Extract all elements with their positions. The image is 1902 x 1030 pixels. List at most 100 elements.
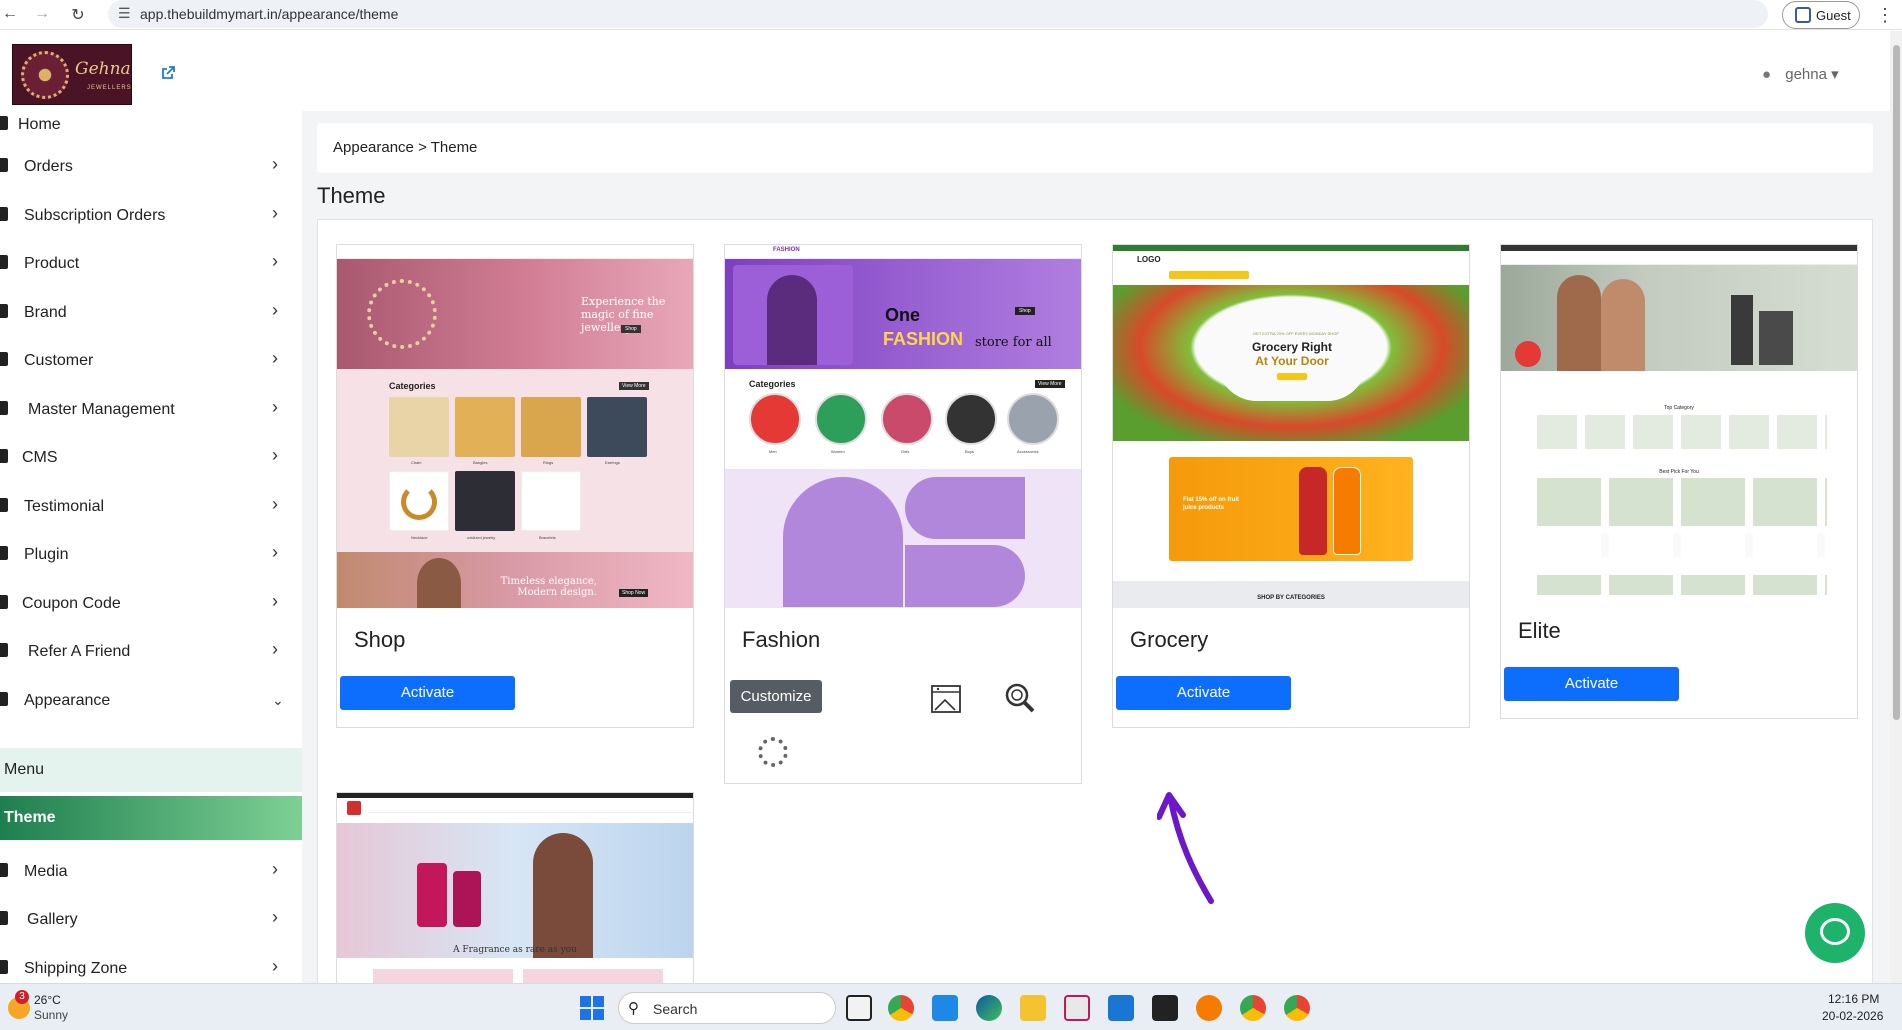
necklace-shape bbox=[401, 484, 437, 520]
preview-cat-label: Men bbox=[769, 449, 777, 454]
start-button[interactable] bbox=[580, 996, 604, 1020]
chrome-icon[interactable] bbox=[888, 995, 914, 1021]
theme-preview-elite[interactable]: Top Category Best Pick For You bbox=[1501, 245, 1857, 599]
sidebar-item-customer[interactable]: Customer › bbox=[0, 339, 302, 383]
gallery-icon bbox=[0, 911, 8, 925]
page-scrollbar[interactable] bbox=[1890, 31, 1902, 983]
preview-cat-circle bbox=[815, 393, 867, 445]
compass-app-icon[interactable] bbox=[1196, 995, 1222, 1021]
user-menu[interactable]: ● gehna ▾ bbox=[1762, 65, 1839, 83]
edge-icon[interactable] bbox=[976, 995, 1002, 1021]
url-text[interactable]: app.thebuildmymart.in/appearance/theme bbox=[140, 6, 398, 22]
sidebar-item-cms[interactable]: CMS › bbox=[0, 436, 302, 480]
site-info-icon[interactable]: ☰ bbox=[118, 5, 131, 22]
chrome-icon[interactable] bbox=[1240, 995, 1266, 1021]
reload-icon[interactable]: ↻ bbox=[68, 5, 88, 25]
vscode-icon[interactable] bbox=[932, 995, 958, 1021]
forward-icon[interactable]: → bbox=[32, 5, 52, 23]
preview-icon[interactable] bbox=[930, 684, 962, 714]
preview-product-row bbox=[1537, 575, 1827, 595]
profile-button[interactable]: Guest bbox=[1782, 1, 1860, 29]
preview-hero-tail: store for all bbox=[975, 335, 1052, 350]
preview-logo: LOGO bbox=[1137, 255, 1161, 264]
preview-topstrip bbox=[1113, 245, 1469, 251]
sidebar-item-media[interactable]: Media › bbox=[0, 850, 302, 894]
terminal-icon[interactable] bbox=[1152, 995, 1178, 1021]
model-image bbox=[533, 833, 593, 958]
back-icon[interactable]: ← bbox=[0, 5, 20, 23]
preview-banner: Timeless elegance, Modern design. Shop N… bbox=[337, 552, 693, 608]
preview-nav: FASHION bbox=[725, 245, 1081, 259]
sidebar-item-label: Coupon Code bbox=[22, 595, 121, 612]
weather-description[interactable]: Sunny bbox=[34, 1008, 68, 1022]
sidebar-item-orders[interactable]: Orders › bbox=[0, 145, 302, 189]
sidebar-item-home[interactable]: Home bbox=[0, 103, 302, 147]
model-image bbox=[417, 558, 461, 608]
chevron-right-icon: › bbox=[272, 300, 278, 320]
notepad-icon[interactable] bbox=[1108, 995, 1134, 1021]
preview-promo: Flat 15% off on fruit juice products bbox=[1169, 457, 1413, 561]
sidebar-item-label: Brand bbox=[24, 304, 67, 321]
sidebar-item-label: Gallery bbox=[27, 911, 78, 928]
clock-time[interactable]: 12:16 PM bbox=[1828, 992, 1879, 1006]
collage-image bbox=[783, 477, 903, 607]
sidebar-item-subscription-orders[interactable]: Subscription Orders › bbox=[0, 194, 302, 238]
preview-section-title: Categories bbox=[749, 379, 796, 389]
clock-date[interactable]: 20-02-2026 bbox=[1822, 1009, 1883, 1023]
chrome-icon[interactable] bbox=[1284, 995, 1310, 1021]
sidebar-item-plugin[interactable]: Plugin › bbox=[0, 533, 302, 577]
chevron-right-icon: › bbox=[272, 494, 278, 514]
preview-hero-fashion: One FASHION store for all Shop bbox=[725, 259, 1081, 369]
preview-footer-strip: SHOP BY CATEGORIES bbox=[1113, 581, 1469, 608]
sidebar-item-shipping-zone[interactable]: Shipping Zone › bbox=[0, 947, 302, 983]
external-link-icon[interactable] bbox=[160, 65, 176, 81]
chat-button[interactable] bbox=[1805, 903, 1865, 963]
activate-button-elite[interactable]: Activate bbox=[1504, 667, 1679, 701]
sidebar-item-testimonial[interactable]: Testimonial › bbox=[0, 485, 302, 529]
sidebar-item-label: Appearance bbox=[24, 692, 111, 709]
snipping-tool-icon[interactable] bbox=[1064, 995, 1090, 1021]
necklace-image bbox=[367, 279, 437, 349]
breadcrumb[interactable]: Appearance > Theme bbox=[317, 123, 1873, 173]
sidebar-item-brand[interactable]: Brand › bbox=[0, 291, 302, 335]
activate-button-shop[interactable]: Activate bbox=[340, 676, 515, 710]
customize-button-fashion[interactable]: Customize bbox=[730, 680, 822, 713]
preview-topstrip bbox=[337, 793, 693, 798]
taskbar-search[interactable]: ⚲ Search bbox=[618, 992, 836, 1024]
chevron-right-icon: › bbox=[272, 542, 278, 562]
preview-nav bbox=[337, 245, 693, 259]
sidebar-subitem-theme[interactable]: Theme bbox=[0, 796, 302, 840]
theme-preview-fragrance[interactable]: A Fragrance as rare as you bbox=[337, 793, 693, 983]
preview-cat-label: Bracelets bbox=[539, 535, 556, 540]
task-view-icon[interactable] bbox=[846, 995, 872, 1021]
juice-bottle bbox=[1299, 467, 1327, 555]
weather-temperature[interactable]: 26°C bbox=[34, 993, 61, 1007]
sidebar-item-master-management[interactable]: Master Management › bbox=[0, 388, 302, 432]
file-explorer-icon[interactable] bbox=[1020, 995, 1046, 1021]
theme-preview-grocery[interactable]: LOGO GET EXTRA 20% OFF EVERY MONDAY SHOP… bbox=[1113, 245, 1469, 608]
scrollbar-thumb[interactable] bbox=[1893, 45, 1900, 720]
search-preview-icon[interactable] bbox=[1003, 681, 1037, 715]
theme-card-fashion: FASHION One FASHION store for all Shop C… bbox=[724, 244, 1082, 784]
windows-logo-icon bbox=[593, 1009, 604, 1020]
shipping-icon bbox=[0, 960, 8, 974]
sidebar-item-gallery[interactable]: Gallery › bbox=[0, 898, 302, 942]
brand-logo[interactable]: Gehna JEWELLERS bbox=[12, 44, 132, 105]
sidebar-item-product[interactable]: Product › bbox=[0, 242, 302, 286]
sidebar-item-refer-a-friend[interactable]: Refer A Friend › bbox=[0, 630, 302, 674]
address-bar[interactable]: ☰ app.thebuildmymart.in/appearance/theme bbox=[108, 0, 1768, 28]
preview-section-title: Best Pick For You bbox=[1659, 469, 1699, 475]
sidebar-item-coupon-code[interactable]: Coupon Code › bbox=[0, 582, 302, 626]
chevron-right-icon: › bbox=[272, 445, 278, 465]
theme-preview-shop[interactable]: Experience the magic of fine jewellery S… bbox=[337, 245, 693, 608]
preview-category-row bbox=[1537, 415, 1827, 449]
sidebar-item-appearance[interactable]: Appearance ⌄ bbox=[0, 679, 302, 723]
preview-hero-main: FASHION bbox=[883, 329, 964, 349]
browser-menu-icon[interactable]: ⋮ bbox=[1876, 5, 1894, 26]
taskbar: 3 26°C Sunny ⚲ Search 12:16 PM 20-02-202… bbox=[0, 983, 1902, 1030]
models-image bbox=[767, 275, 817, 365]
sidebar-subitem-menu[interactable]: Menu bbox=[0, 748, 302, 792]
activate-button-grocery[interactable]: Activate bbox=[1116, 676, 1291, 710]
chevron-right-icon: › bbox=[272, 907, 278, 927]
theme-preview-fashion[interactable]: FASHION One FASHION store for all Shop C… bbox=[725, 245, 1081, 608]
